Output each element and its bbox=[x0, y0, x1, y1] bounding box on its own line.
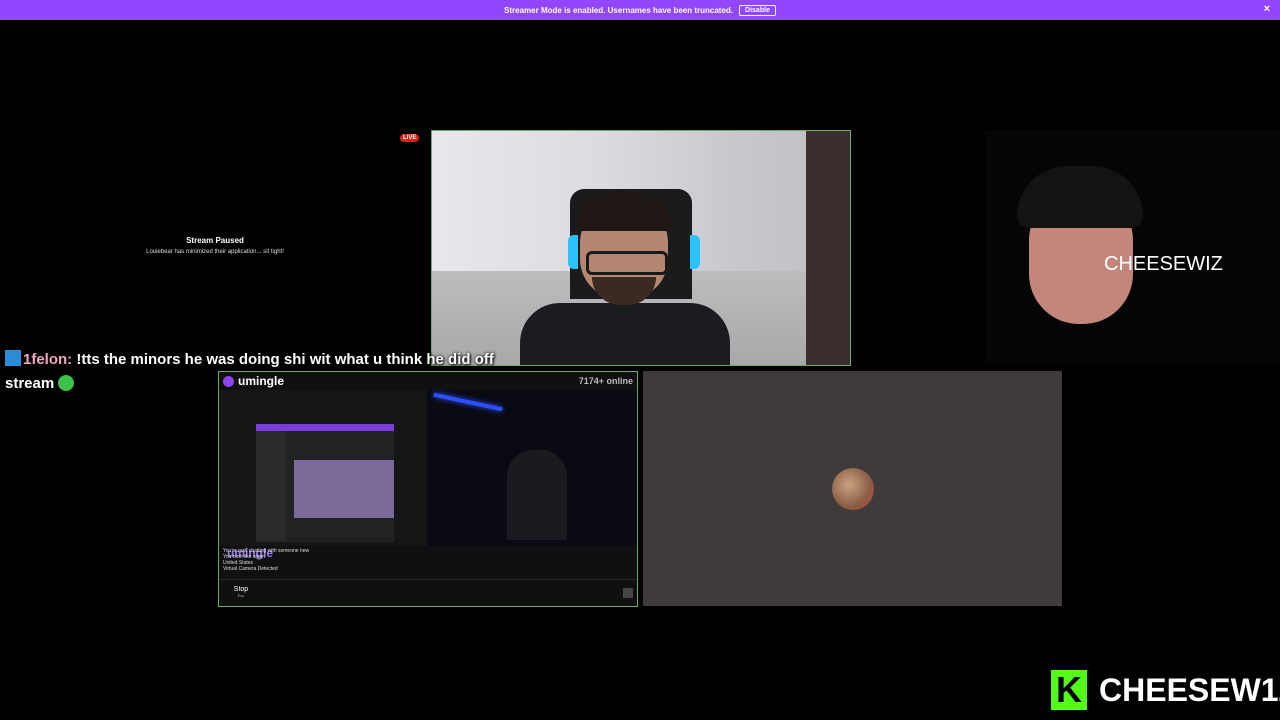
stranger-figure bbox=[507, 450, 567, 540]
beard bbox=[592, 277, 656, 305]
user-badge-icon bbox=[5, 350, 21, 366]
emote-icon bbox=[58, 375, 75, 391]
glasses bbox=[586, 251, 668, 275]
guest-webcam bbox=[985, 130, 1280, 365]
nested-banner bbox=[256, 424, 394, 431]
disable-button[interactable]: Disable bbox=[739, 4, 776, 16]
umingle-input-bar: Stop Esc bbox=[219, 579, 637, 606]
umingle-logo-icon bbox=[223, 375, 234, 387]
close-icon[interactable]: × bbox=[1264, 3, 1270, 15]
hair bbox=[576, 193, 672, 231]
stream-paused-subtitle: Louiebear has minimized their applicatio… bbox=[146, 249, 284, 255]
stop-button[interactable]: Stop Esc bbox=[227, 586, 255, 600]
send-icon[interactable] bbox=[623, 588, 633, 598]
nested-screen-capture bbox=[256, 424, 394, 542]
chat-line: Virtual Camera Detected bbox=[223, 566, 278, 572]
chat-username: 1felon: bbox=[23, 351, 73, 368]
umingle-stranger-video bbox=[427, 390, 637, 546]
streamer-figure bbox=[520, 191, 730, 365]
online-count: 7174+ online bbox=[578, 376, 633, 386]
message-input[interactable] bbox=[263, 584, 611, 602]
nested-webcam bbox=[294, 460, 394, 518]
stop-label: Stop bbox=[233, 586, 249, 593]
streamer-mode-banner: Streamer Mode is enabled. Usernames have… bbox=[0, 0, 1280, 20]
guest-hair bbox=[1017, 166, 1143, 228]
closet-door bbox=[806, 131, 850, 365]
shirt bbox=[520, 303, 730, 365]
avatar bbox=[832, 468, 874, 510]
neon-light bbox=[433, 392, 503, 412]
stream-paused-title: Stream Paused bbox=[186, 236, 244, 245]
empty-cam-panel bbox=[643, 371, 1062, 606]
stream-paused-panel: Stream Paused Louiebear has minimized th… bbox=[60, 236, 370, 255]
umingle-self-video: umingle bbox=[219, 390, 427, 560]
umingle-window: umingle 7174+ online umingle You're now … bbox=[218, 371, 638, 607]
umingle-title: umingle bbox=[238, 374, 285, 388]
umingle-header: umingle bbox=[223, 374, 284, 388]
guest-name-label: CHEESEWIZ bbox=[1104, 253, 1223, 275]
channel-name: CHEESEW1Z bbox=[1099, 671, 1280, 708]
umingle-chat-log: You're now chatting with someone new You… bbox=[223, 548, 309, 572]
live-badge: LIVE bbox=[400, 134, 420, 142]
banner-message: Streamer Mode is enabled. Usernames have… bbox=[504, 5, 734, 15]
nested-sidebar bbox=[256, 431, 286, 542]
kick-branding: K CHEESEW1Z bbox=[1051, 670, 1280, 710]
esc-hint: Esc bbox=[237, 593, 245, 598]
kick-logo-icon: K bbox=[1051, 670, 1087, 710]
main-webcam bbox=[431, 130, 851, 366]
